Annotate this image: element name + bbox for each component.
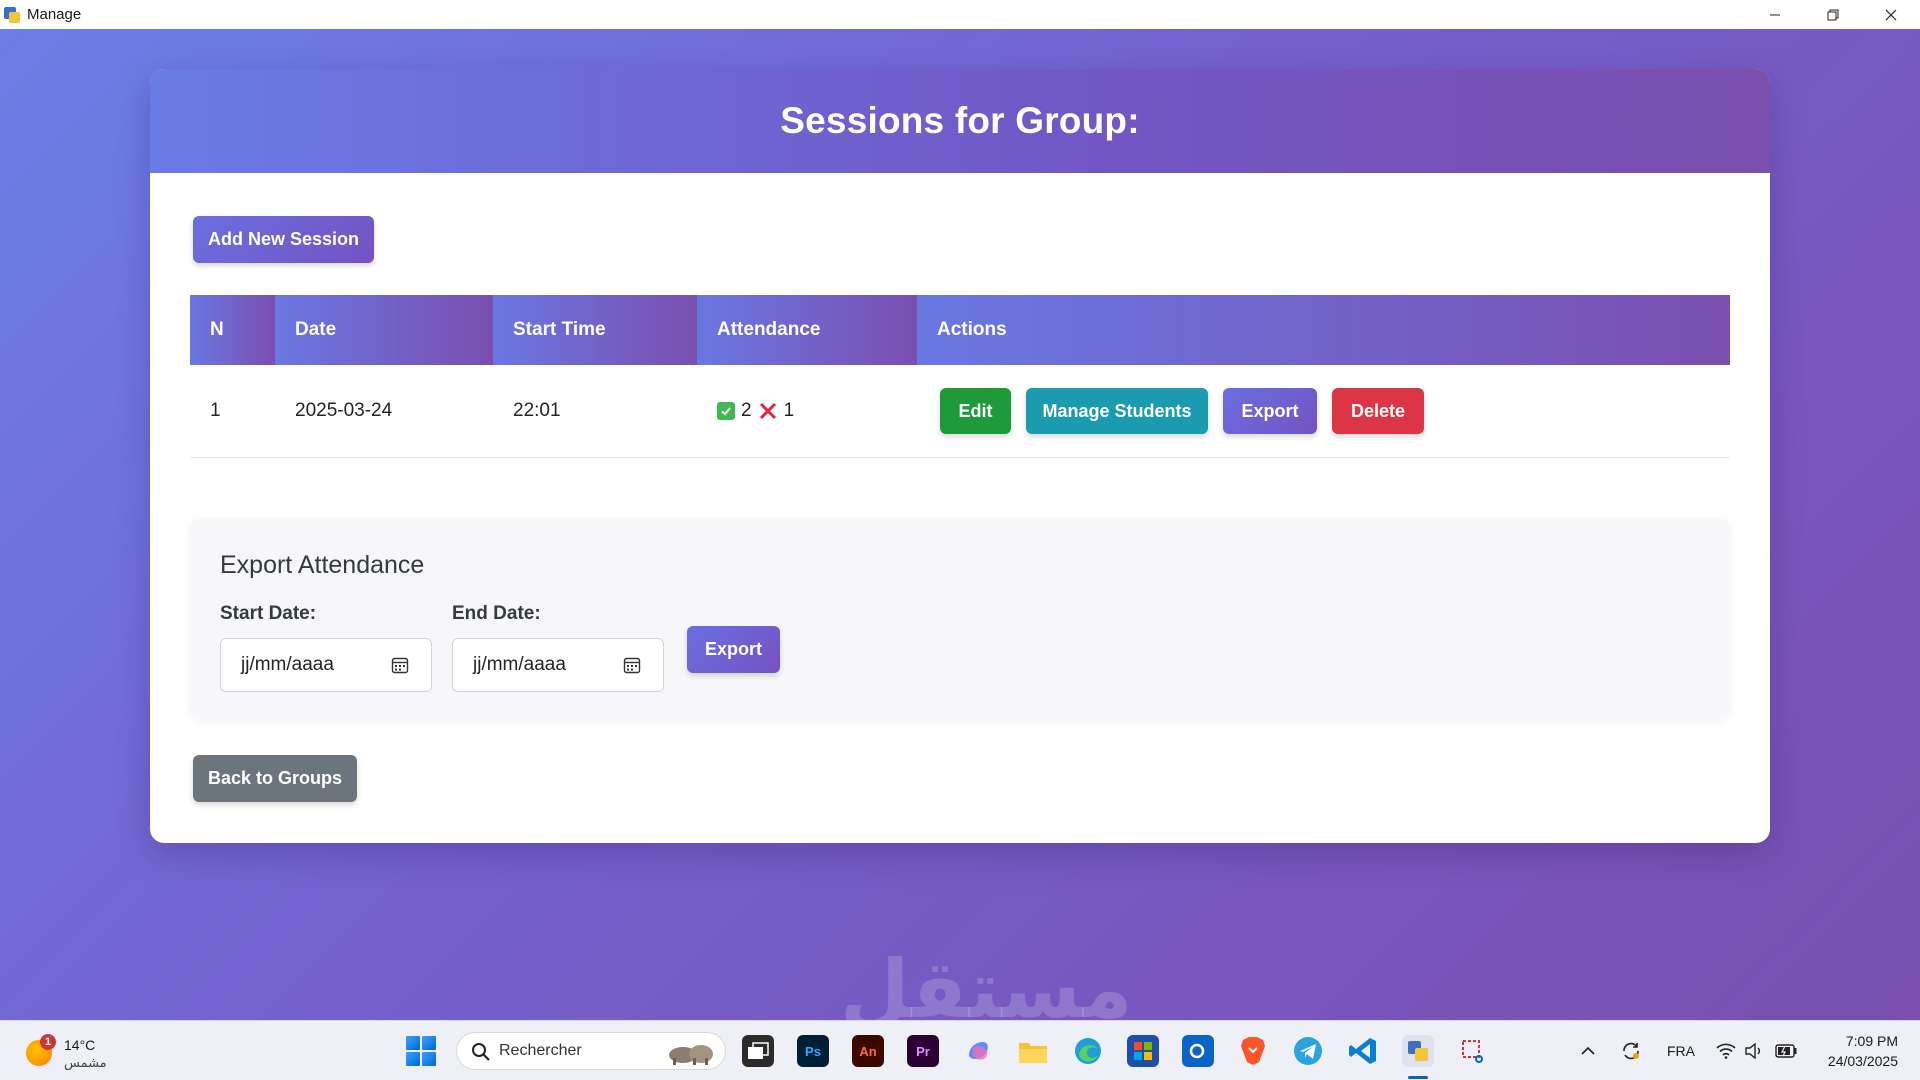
search-icon xyxy=(472,1043,490,1061)
edge-icon[interactable] xyxy=(1072,1035,1104,1067)
cell-attendance: 2 1 xyxy=(697,365,917,457)
volume-button[interactable] xyxy=(1744,1021,1764,1080)
brave-icon[interactable] xyxy=(1237,1035,1269,1067)
premiere-icon[interactable]: Pr xyxy=(907,1035,939,1067)
calendar-icon xyxy=(623,657,641,674)
store-icon[interactable] xyxy=(1127,1035,1159,1067)
cross-icon xyxy=(758,401,778,421)
minimize-button[interactable] xyxy=(1746,0,1804,29)
page-title: Sessions for Group: xyxy=(780,100,1140,141)
search-placeholder: Rechercher xyxy=(499,1042,582,1059)
table-row: 1 2025-03-24 22:01 2 1 Edit Manage Stude… xyxy=(190,365,1730,458)
sessions-table: N Date Start Time Attendance Actions 1 2… xyxy=(190,295,1730,458)
sync-button[interactable] xyxy=(1620,1021,1642,1080)
cell-n: 1 xyxy=(210,400,221,421)
end-date-value: jj/mm/aaaa xyxy=(473,654,566,675)
weather-condition: مشمس xyxy=(64,1055,107,1070)
export-attendance-section: Export Attendance Start Date: End Date: … xyxy=(190,519,1730,719)
weather-temp: 14°C xyxy=(64,1037,96,1053)
show-hidden-icons-button[interactable] xyxy=(1580,1021,1596,1080)
cell-start-time: 22:01 xyxy=(513,400,561,421)
column-header-date: Date xyxy=(275,295,493,365)
column-header-attendance: Attendance xyxy=(697,295,917,365)
absent-count: 1 xyxy=(783,400,795,421)
start-date-label: Start Date: xyxy=(220,603,317,624)
manage-students-button[interactable]: Manage Students xyxy=(1026,388,1208,434)
cell-date: 2025-03-24 xyxy=(295,400,393,421)
battery-icon xyxy=(1775,1044,1797,1058)
snipping-tool-icon[interactable] xyxy=(1457,1035,1489,1067)
taskbar-search[interactable]: Rechercher xyxy=(456,1032,726,1070)
speaker-icon xyxy=(1745,1043,1760,1059)
battery-button[interactable] xyxy=(1775,1021,1797,1080)
file-explorer-icon[interactable] xyxy=(1017,1035,1049,1067)
restore-button[interactable] xyxy=(1804,0,1862,29)
weather-badge: 1 xyxy=(40,1034,56,1050)
export-title: Export Attendance xyxy=(220,551,425,579)
card-header: Sessions for Group: xyxy=(150,69,1770,173)
app-icon xyxy=(4,6,20,23)
taskbar: 1 14°C مشمس Rechercher Ps An Pr FRA 7:09… xyxy=(0,1020,1920,1080)
restore-icon xyxy=(1827,9,1839,20)
photoshop-icon[interactable]: Ps xyxy=(797,1035,829,1067)
clock-time: 7:09 PM xyxy=(1845,1033,1898,1049)
wifi-icon xyxy=(1716,1043,1736,1059)
taskview-icon[interactable] xyxy=(742,1035,774,1067)
start-date-value: jj/mm/aaaa xyxy=(241,654,334,675)
column-header-start-time: Start Time xyxy=(493,295,697,365)
column-header-actions: Actions xyxy=(917,295,1730,365)
start-button[interactable] xyxy=(406,1036,436,1066)
minimize-icon xyxy=(1770,14,1780,15)
chevron-up-icon xyxy=(1581,1046,1595,1055)
check-icon xyxy=(717,402,735,420)
copilot-icon[interactable] xyxy=(962,1035,994,1067)
sessions-card: Sessions for Group: Add New Session N Da… xyxy=(150,69,1770,843)
clock[interactable]: 7:09 PM 24/03/2025 xyxy=(1828,1031,1898,1071)
export-attendance-button[interactable]: Export xyxy=(687,626,780,673)
present-count: 2 xyxy=(741,400,752,421)
end-date-label: End Date: xyxy=(452,603,541,624)
animate-icon[interactable]: An xyxy=(852,1035,884,1067)
watermark: مستقل xyxy=(840,943,1133,1036)
add-session-button[interactable]: Add New Session xyxy=(193,216,374,263)
edit-button[interactable]: Edit xyxy=(940,388,1011,434)
close-icon xyxy=(1885,9,1897,20)
python-app-icon[interactable] xyxy=(1402,1035,1434,1067)
weather-widget[interactable]: 1 14°C مشمس xyxy=(26,1031,126,1073)
start-date-input[interactable]: jj/mm/aaaa xyxy=(220,638,432,692)
active-app-indicator xyxy=(1408,1076,1428,1079)
outlook-icon[interactable] xyxy=(1182,1035,1214,1067)
end-date-input[interactable]: jj/mm/aaaa xyxy=(452,638,664,692)
delete-button[interactable]: Delete xyxy=(1332,388,1424,434)
title-bar: Manage xyxy=(0,0,1920,29)
language-indicator[interactable]: FRA xyxy=(1667,1021,1695,1080)
sync-icon xyxy=(1623,1042,1639,1060)
vscode-icon[interactable] xyxy=(1347,1035,1379,1067)
window-title: Manage xyxy=(27,6,82,23)
export-row-button[interactable]: Export xyxy=(1223,388,1317,434)
calendar-icon xyxy=(391,657,409,674)
column-header-n: N xyxy=(190,295,275,365)
search-highlight-icon xyxy=(669,1045,713,1065)
wifi-button[interactable] xyxy=(1716,1021,1736,1080)
back-to-groups-button[interactable]: Back to Groups xyxy=(193,755,357,802)
close-button[interactable] xyxy=(1862,0,1920,29)
clock-date: 24/03/2025 xyxy=(1827,1053,1898,1069)
cell-actions: Edit Manage Students Export Delete xyxy=(917,365,1730,457)
telegram-icon[interactable] xyxy=(1292,1035,1324,1067)
table-header: N Date Start Time Attendance Actions xyxy=(190,295,1730,365)
